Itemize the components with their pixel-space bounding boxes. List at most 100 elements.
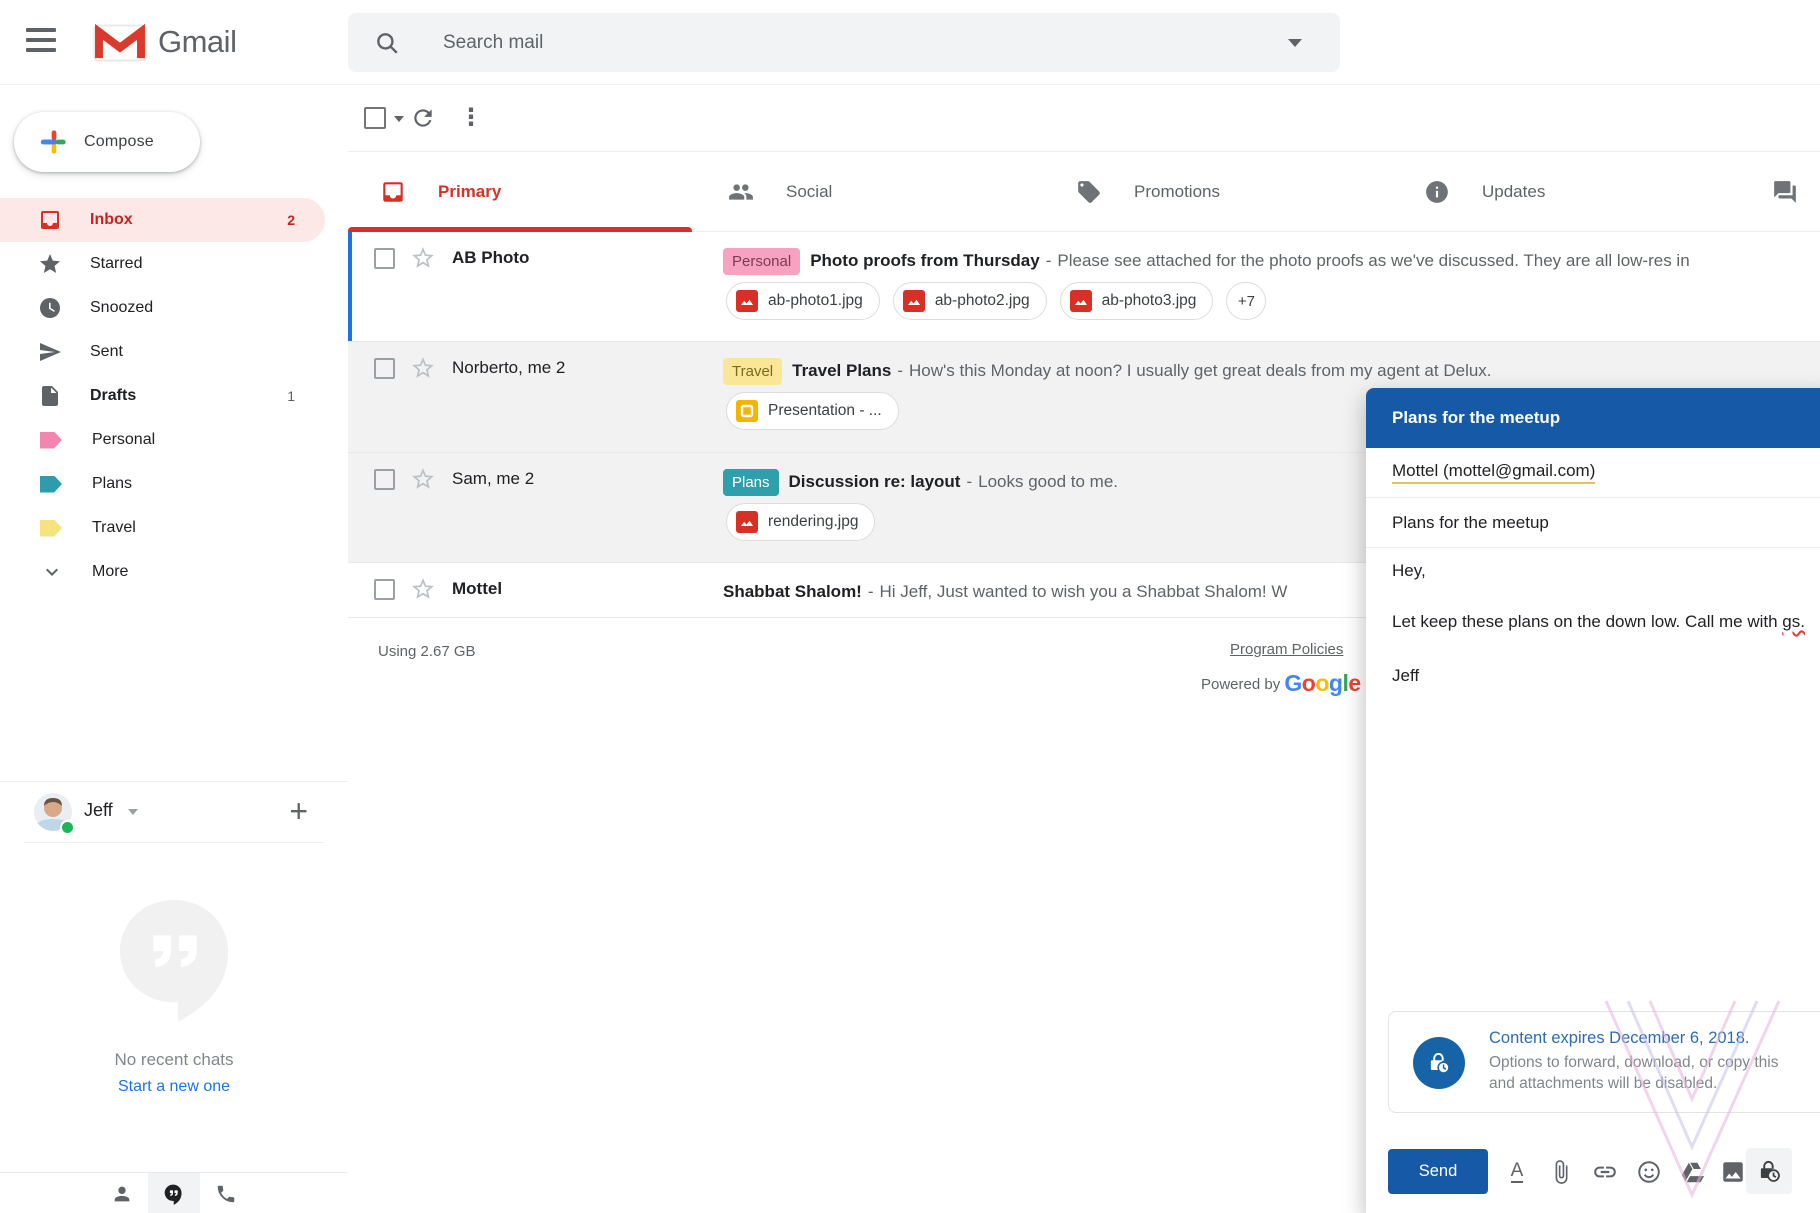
tab-social[interactable]: Social — [696, 152, 1044, 232]
sidebar-item-label: Personal — [92, 431, 325, 449]
tab-promotions[interactable]: Promotions — [1044, 152, 1392, 232]
more-options-icon[interactable]: ⋮ — [458, 105, 484, 131]
attachment-chip[interactable]: ab-photo2.jpg — [893, 282, 1047, 320]
attach-file-icon[interactable] — [1548, 1159, 1574, 1185]
calls-tab[interactable] — [200, 1173, 252, 1213]
draft-icon — [38, 384, 62, 408]
compose-button[interactable]: Compose — [14, 112, 200, 172]
email-snippet: How's this Monday at noon? I usually get… — [909, 361, 1492, 381]
insert-photo-icon[interactable] — [1720, 1159, 1746, 1185]
person-icon — [111, 1183, 133, 1205]
sidebar-item-label: Inbox — [90, 211, 287, 229]
label-tag-icon — [40, 432, 62, 449]
attachment-chip[interactable]: ab-photo3.jpg — [1060, 282, 1214, 320]
more-attachments-chip[interactable]: +7 — [1226, 282, 1266, 320]
hangouts-tab[interactable] — [148, 1173, 200, 1213]
attachment-chip[interactable]: ab-photo1.jpg — [726, 282, 880, 320]
email-subject: Shabbat Shalom! — [723, 582, 862, 602]
search-icon[interactable] — [374, 30, 400, 56]
sidebar-item-inbox[interactable]: Inbox 2 — [0, 198, 325, 242]
sidebar-item-label: More — [92, 563, 325, 581]
compose-subject-text: Plans for the meetup — [1392, 513, 1549, 533]
sidebar-item-travel[interactable]: Travel — [0, 506, 325, 550]
inbox-icon — [38, 208, 62, 232]
sidebar-item-sent[interactable]: Sent — [0, 330, 325, 374]
formatting-options-icon[interactable]: A — [1504, 1159, 1530, 1185]
label-chip-personal[interactable]: Personal — [723, 248, 800, 275]
sidebar-item-drafts[interactable]: Drafts 1 — [0, 374, 325, 418]
subject-snippet-separator: - — [868, 582, 874, 602]
lock-clock-icon — [1756, 1158, 1782, 1184]
attachment-name: ab-photo3.jpg — [1102, 292, 1197, 310]
profile-caret-icon[interactable] — [128, 809, 138, 815]
sidebar: Compose Inbox 2 Starred Snoozed Sent Dra… — [0, 85, 348, 1213]
confidential-mode-toggle[interactable] — [1746, 1148, 1792, 1194]
new-chat-plus-icon[interactable]: + — [289, 790, 308, 832]
insert-emoji-icon[interactable] — [1636, 1159, 1662, 1185]
search-bar[interactable] — [348, 13, 1340, 72]
row-checkbox[interactable] — [374, 469, 395, 490]
chevron-down-icon — [40, 560, 64, 584]
people-icon — [728, 179, 754, 205]
select-all-checkbox[interactable] — [364, 107, 386, 129]
compose-header[interactable]: Plans for the meetup — [1366, 388, 1820, 448]
sidebar-item-snoozed[interactable]: Snoozed — [0, 286, 325, 330]
select-caret-icon[interactable] — [394, 116, 404, 122]
email-row-ab-photo[interactable]: AB Photo Personal Photo proofs from Thur… — [348, 232, 1820, 342]
star-outline-icon[interactable] — [410, 466, 436, 492]
slides-file-icon — [736, 400, 758, 422]
chat-profile-row: Jeff + — [0, 781, 348, 843]
email-subject: Discussion re: layout — [789, 472, 961, 492]
tab-primary[interactable]: Primary — [348, 152, 696, 232]
attachment-chip[interactable]: Presentation - ... — [726, 392, 899, 430]
no-recent-chats-text: No recent chats — [0, 1050, 348, 1070]
row-checkbox[interactable] — [374, 579, 395, 600]
row-checkbox[interactable] — [374, 248, 395, 269]
compose-to-field[interactable]: Mottel (mottel@gmail.com) — [1366, 448, 1820, 498]
insert-link-icon[interactable] — [1592, 1159, 1618, 1185]
email-subject: Photo proofs from Thursday — [810, 251, 1040, 271]
star-outline-icon[interactable] — [410, 355, 436, 381]
main-menu-icon[interactable] — [26, 28, 60, 56]
star-outline-icon[interactable] — [410, 245, 436, 271]
phone-icon — [215, 1183, 237, 1205]
start-new-chat-link[interactable]: Start a new one — [0, 1078, 348, 1096]
storage-usage: Using 2.67 GB — [378, 643, 476, 660]
inbox-unread-count: 2 — [287, 212, 295, 228]
drafts-count: 1 — [287, 388, 295, 404]
refresh-icon[interactable] — [410, 105, 436, 131]
sidebar-item-label: Sent — [90, 343, 325, 361]
powered-by: Powered by Google — [1201, 670, 1361, 697]
program-policies-link[interactable]: Program Policies — [1230, 641, 1343, 658]
compose-subject-field[interactable]: Plans for the meetup — [1366, 498, 1820, 548]
tab-forums[interactable]: Forums — [1740, 152, 1820, 232]
chat-profile-name[interactable]: Jeff — [84, 800, 113, 821]
tab-updates[interactable]: Updates — [1392, 152, 1740, 232]
sidebar-item-starred[interactable]: Starred — [0, 242, 325, 286]
recipient-chip[interactable]: Mottel (mottel@gmail.com) — [1392, 461, 1595, 484]
contacts-tab[interactable] — [96, 1173, 148, 1213]
list-toolbar: ⋮ — [348, 85, 1820, 152]
label-chip-travel[interactable]: Travel — [723, 358, 782, 385]
email-subject-line: Travel Travel Plans - How's this Monday … — [723, 356, 1820, 386]
clock-icon — [38, 296, 62, 320]
top-bar: Gmail — [0, 0, 1820, 85]
drive-icon[interactable] — [1680, 1159, 1706, 1185]
sidebar-item-personal[interactable]: Personal — [0, 418, 325, 462]
attachment-chip[interactable]: rendering.jpg — [726, 503, 875, 541]
hangouts-bubble-icon — [115, 895, 233, 1027]
search-input[interactable] — [443, 13, 1223, 72]
sidebar-item-plans[interactable]: Plans — [0, 462, 325, 506]
attachment-chips: Presentation - ... — [726, 392, 912, 430]
row-checkbox[interactable] — [374, 358, 395, 379]
multicolor-plus-icon — [40, 128, 68, 156]
attachment-chips: rendering.jpg — [726, 503, 888, 541]
email-sender: Sam, me 2 — [452, 469, 534, 489]
label-chip-plans[interactable]: Plans — [723, 469, 779, 496]
star-outline-icon[interactable] — [410, 576, 436, 602]
send-button[interactable]: Send — [1388, 1149, 1488, 1194]
sidebar-item-more[interactable]: More — [0, 550, 325, 594]
compose-window: Plans for the meetup Mottel (mottel@gmai… — [1366, 388, 1820, 1213]
email-snippet: Looks good to me. — [978, 472, 1118, 492]
search-options-caret-icon[interactable] — [1288, 39, 1302, 47]
